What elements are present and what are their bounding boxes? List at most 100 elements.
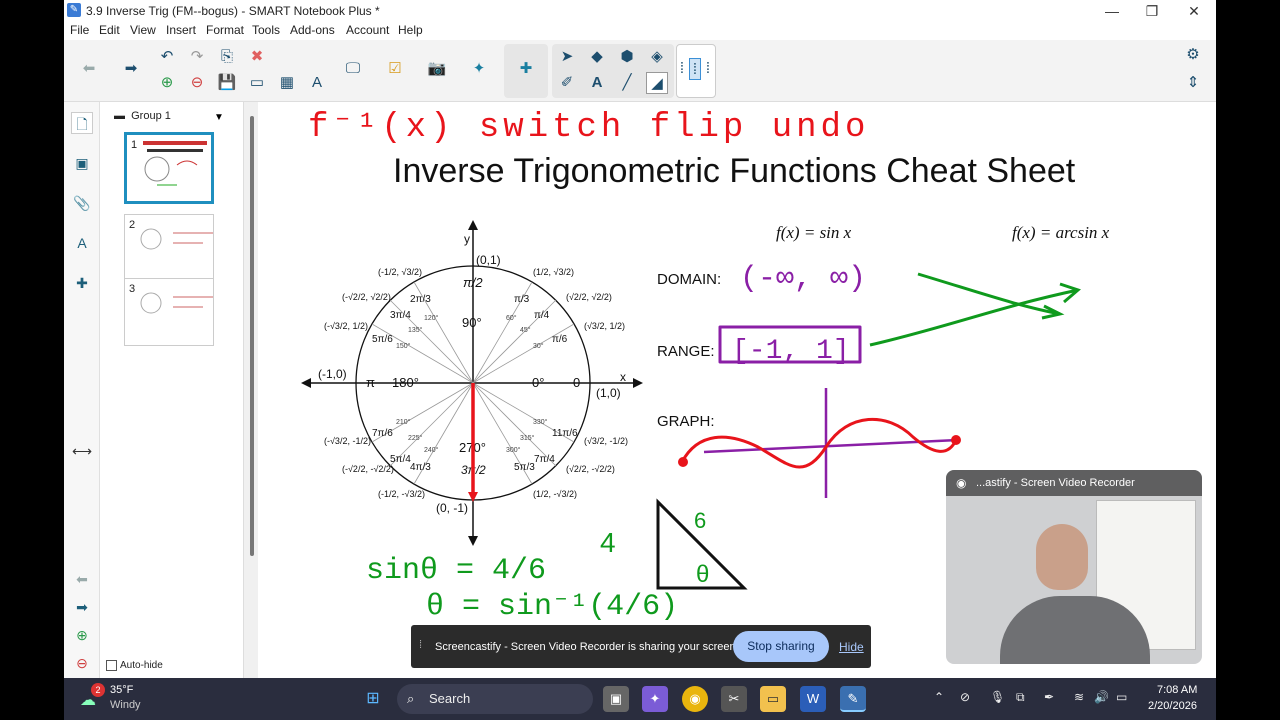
task-view-icon[interactable]: ▣: [603, 686, 629, 712]
hide-link[interactable]: Hide: [839, 640, 864, 654]
eraser-icon[interactable]: ⬢: [616, 46, 638, 68]
menu-format[interactable]: Format: [206, 23, 244, 37]
menu-addons[interactable]: Add-ons: [290, 23, 335, 37]
line-icon[interactable]: ╱: [616, 72, 638, 94]
prev-page-icon[interactable]: ⬅: [71, 568, 93, 590]
fill-icon[interactable]: ◈: [646, 46, 668, 68]
copilot-icon[interactable]: ✦: [642, 686, 668, 712]
weather-desc: Windy: [110, 699, 141, 711]
table-icon[interactable]: ▦: [276, 72, 298, 94]
page-thumbnail-2[interactable]: 2: [124, 214, 214, 282]
forward-arrow-icon[interactable]: ➡: [120, 58, 142, 80]
auto-hide-toggle[interactable]: Auto-hide: [106, 660, 163, 671]
weather-temp[interactable]: 35°F: [110, 684, 133, 696]
battery-icon[interactable]: ▭: [1116, 690, 1127, 704]
pen-icon[interactable]: ✒: [1044, 690, 1054, 704]
back-arrow-icon[interactable]: ⬅: [78, 58, 100, 80]
tray-cast-icon[interactable]: ⊘: [960, 690, 970, 704]
auto-hide-checkbox[interactable]: [106, 660, 117, 671]
sorter-scroll: [244, 102, 258, 678]
notification-badge: 2: [91, 683, 105, 697]
settings-gear-icon[interactable]: ⚙: [1182, 44, 1204, 66]
y-axis-label: y: [464, 232, 470, 246]
tray-chevron-icon[interactable]: ⌃: [934, 690, 944, 704]
taskbar-search[interactable]: ⌕ Search: [397, 684, 593, 714]
scrollbar[interactable]: [250, 116, 254, 556]
text-tools-icon[interactable]: A: [306, 72, 328, 94]
delete-page-icon[interactable]: ⊖: [186, 72, 208, 94]
file-explorer-icon[interactable]: ▭: [760, 686, 786, 712]
side-tabs: 🗋 ▣ 📎 A ✚ ⟷ ⬅ ➡ ⊕ ⊖: [64, 102, 100, 678]
menu-view[interactable]: View: [130, 23, 156, 37]
paste-icon[interactable]: ⎘: [216, 46, 238, 68]
redo-icon[interactable]: ↷: [186, 46, 208, 68]
select-arrow-icon[interactable]: ➤: [556, 46, 578, 68]
microphone-icon[interactable]: 🎙: [990, 690, 1005, 704]
add-page-side-icon[interactable]: ⊕: [71, 624, 93, 646]
next-page-icon[interactable]: ➡: [71, 596, 93, 618]
thumbnail-preview: [140, 228, 213, 250]
snipping-tool-icon[interactable]: ✂: [721, 686, 747, 712]
rad-q3-label: 7π/6: [372, 428, 393, 439]
activity-icon[interactable]: ☑: [384, 58, 406, 80]
menu-edit[interactable]: Edit: [99, 23, 120, 37]
coord-label: (-√3/2, -1/2): [324, 436, 371, 446]
screen-share-icon[interactable]: ⧉: [1016, 690, 1025, 705]
page-thumbnail-1[interactable]: 1: [124, 132, 214, 204]
stop-sharing-button[interactable]: Stop sharing: [733, 631, 829, 662]
menu-tools[interactable]: Tools: [252, 23, 280, 37]
close-button[interactable]: ✕: [1174, 2, 1214, 20]
pen-thin-icon[interactable]: ⁞: [676, 58, 688, 80]
menu-file[interactable]: File: [70, 23, 89, 37]
gallery-icon[interactable]: ▣: [71, 152, 93, 174]
shapes-icon[interactable]: ◆: [586, 46, 608, 68]
delete-icon[interactable]: ✖: [246, 46, 268, 68]
pens-icon[interactable]: ✐: [556, 72, 578, 94]
domain-handwriting: (-∞, ∞): [740, 262, 866, 296]
clock-date[interactable]: 2/20/2026: [1148, 700, 1197, 712]
screen-shade-icon[interactable]: ▭: [246, 72, 268, 94]
page-thumbnail-3[interactable]: 3: [124, 278, 214, 346]
thumbnail-preview: [143, 141, 207, 186]
maximize-button[interactable]: ❐: [1132, 2, 1172, 20]
word-icon[interactable]: W: [800, 686, 826, 712]
properties-icon[interactable]: A: [71, 232, 93, 254]
pen-medium-icon[interactable]: ⁞: [689, 58, 701, 80]
side-four-label: 4: [600, 527, 616, 558]
minimize-button[interactable]: —: [1092, 2, 1132, 20]
delete-page-side-icon[interactable]: ⊖: [71, 652, 93, 674]
windows-start-icon[interactable]: ⊞: [360, 686, 386, 712]
page-sorter-icon[interactable]: 🗋: [71, 112, 93, 134]
deg-180-label: 180°: [392, 375, 419, 390]
puzzle-icon[interactable]: ✚: [515, 58, 537, 80]
rad-pi-2: π/2: [463, 275, 483, 290]
deg-small-label: 135°: [408, 326, 423, 334]
wifi-icon[interactable]: ≋: [1074, 690, 1084, 704]
save-icon[interactable]: 💾: [216, 72, 238, 94]
pen-thick-icon[interactable]: ⁞: [702, 58, 714, 80]
drag-handle-icon[interactable]: ⁞: [419, 639, 422, 651]
pen-eraser-icon[interactable]: ◢: [646, 72, 668, 94]
resize-arrows-icon[interactable]: ⟷: [71, 440, 93, 462]
addon-icon[interactable]: ✦: [468, 58, 490, 80]
group-dropdown-icon[interactable]: ▼: [214, 112, 224, 123]
menu-insert[interactable]: Insert: [166, 23, 196, 37]
group-header[interactable]: ▬ Group 1: [114, 110, 171, 122]
display-icon[interactable]: 🖵: [342, 58, 364, 80]
smart-notebook-taskbar-icon[interactable]: ✎: [840, 686, 866, 712]
undo-icon[interactable]: ↶: [156, 46, 178, 68]
text-icon[interactable]: A: [586, 72, 608, 94]
volume-icon[interactable]: 🔊: [1094, 690, 1109, 704]
menu-help[interactable]: Help: [398, 23, 423, 37]
addons-tab-icon[interactable]: ✚: [71, 272, 93, 294]
add-page-icon[interactable]: ⊕: [156, 72, 178, 94]
recorder-preview[interactable]: ...astify - Screen Video Recorder ◉: [946, 470, 1202, 664]
clock-time[interactable]: 7:08 AM: [1157, 684, 1197, 696]
menu-account[interactable]: Account: [346, 23, 389, 37]
camera-icon[interactable]: 📷: [426, 58, 448, 80]
deg-small-label: 150°: [396, 342, 411, 350]
attachments-icon[interactable]: 📎: [71, 192, 93, 214]
toolbar-toggle-icon[interactable]: ⇕: [1182, 72, 1204, 94]
chrome-icon[interactable]: ◉: [682, 686, 708, 712]
right-triangle: 6 θ: [656, 498, 748, 590]
